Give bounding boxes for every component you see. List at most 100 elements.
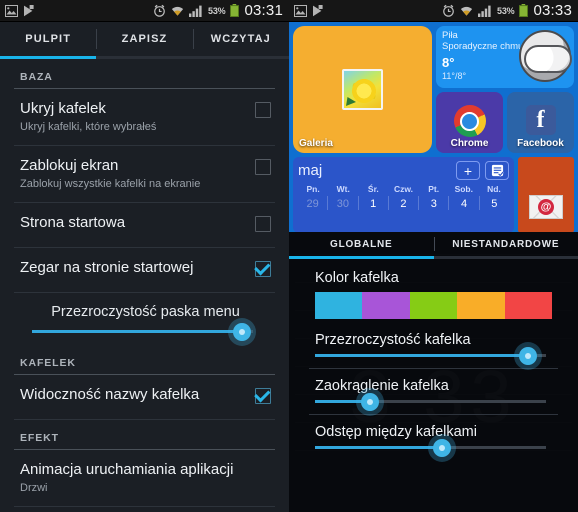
calendar-dow: Wt. (336, 184, 350, 194)
tile-settings-overlay: GLOBALNE NIESTANDARDOWE Kolor kafelka Pr… (289, 232, 578, 512)
dual-screenshot: 53% 03:31 PULPIT ZAPISZ WCZYTAJ BAZA Ukr… (0, 0, 578, 512)
calendar-dow: Nd. (487, 184, 501, 194)
overlay-tab-bar: GLOBALNE NIESTANDARDOWE (289, 232, 578, 256)
row-subtitle: Drzwi (20, 482, 48, 494)
calendar-header: maj + (298, 161, 509, 180)
tile-calendar[interactable]: maj + Pn. Wt. Śr. Czw. Pt. Sob. Nd. 29 3… (293, 157, 514, 233)
checkbox-zablokuj-ekran[interactable] (255, 159, 271, 175)
slider-track[interactable] (315, 438, 546, 457)
row-text-group: Animacja uruchamiania aplikacji Drzwi (20, 461, 271, 495)
status-notification-icons (294, 4, 323, 17)
checkbox-strona-startowa[interactable] (255, 216, 271, 232)
image-icon (5, 4, 18, 17)
row-text-group: Ukryj kafelek Ukryj kafelki, które wybra… (20, 100, 255, 134)
cloudy-night-icon (519, 30, 572, 82)
section-header-kafelek: KAFELEK (20, 357, 76, 369)
checkbox-widocznosc-nazwy-kafelka[interactable] (255, 388, 271, 404)
calendar-month-label: maj (298, 162, 323, 179)
tile-weather[interactable]: Piła Sporadyczne chmury 8° 11°/8° (436, 26, 574, 88)
tab-pulpit[interactable]: PULPIT (0, 22, 96, 56)
row-title: Widoczność nazwy kafelka (20, 386, 200, 403)
tile-email[interactable]: @ (518, 157, 574, 233)
slider-knob[interactable] (518, 346, 537, 365)
calendar-day[interactable]: 30 (327, 196, 357, 210)
tab-niestandardowe[interactable]: NIESTANDARDOWE (433, 232, 578, 256)
row-title: Ukryj kafelek (20, 100, 106, 117)
row-text-group: Zablokuj ekran Zablokuj wszystkie kafelk… (20, 157, 255, 191)
tab-wczytaj[interactable]: WCZYTAJ (192, 22, 289, 56)
color-swatch-green[interactable] (409, 292, 458, 319)
color-swatch-red[interactable] (504, 292, 553, 319)
row-title: Zablokuj ekran (20, 157, 119, 174)
slider-track[interactable] (32, 322, 253, 341)
agenda-icon[interactable] (485, 161, 509, 180)
tile-facebook[interactable]: f Facebook (507, 92, 574, 153)
battery-icon (230, 4, 240, 17)
checkbox-ukryj-kafelek[interactable] (255, 102, 271, 118)
clock-label: 03:33 (533, 2, 572, 19)
status-system-icons: 53% 03:33 (442, 2, 574, 19)
alarm-icon (443, 4, 454, 17)
tab-globalne[interactable]: GLOBALNE (289, 232, 434, 256)
slider-knob[interactable] (433, 438, 452, 457)
tile-row-second: maj + Pn. Wt. Śr. Czw. Pt. Sob. Nd. 29 3… (293, 157, 574, 233)
calendar-day[interactable]: 4 (448, 196, 478, 210)
overlay-content: Kolor kafelka Przezroczystość kafelka Za… (289, 259, 578, 512)
setting-row-zegar-na-stronie-startowej[interactable]: Zegar na stronie startowej (0, 248, 289, 292)
wifi-icon (460, 6, 473, 16)
status-system-icons: 53% 03:31 (153, 2, 285, 19)
setting-row-widocznosc-nazwy-kafelka[interactable]: Widoczność nazwy kafelka (0, 375, 289, 419)
color-swatch-row[interactable] (315, 292, 553, 319)
clock-label: 03:31 (244, 2, 283, 19)
checkbox-zegar-na-stronie-startowej[interactable] (255, 261, 271, 277)
slider-zaokraglenie-kafelka[interactable] (289, 392, 578, 411)
calendar-day-row: 29 30 1 2 3 4 5 (298, 196, 509, 210)
row-title: Animacja uruchamiania aplikacji (20, 461, 234, 478)
calendar-day[interactable]: 1 (357, 196, 388, 210)
tile-gallery-label: Galeria (299, 138, 333, 149)
tile-column-right: Piła Sporadyczne chmury 8° 11°/8° Chrome… (436, 26, 574, 153)
slider-odstep-miedzy-kafelkami[interactable] (289, 438, 578, 457)
right-status-bar: 53% 03:33 (289, 0, 578, 22)
row-title: Zegar na stronie startowej (20, 259, 194, 276)
setting-row-ukryj-kafelek[interactable]: Ukryj kafelek Ukryj kafelki, które wybra… (0, 89, 289, 145)
row-subtitle: Ukryj kafelki, które wybrałeś (20, 121, 157, 133)
chrome-icon (453, 105, 486, 137)
calendar-dow: Czw. (393, 184, 414, 194)
row-text-group: Zegar na stronie startowej (20, 259, 255, 277)
calendar-day[interactable]: 3 (418, 196, 448, 210)
email-icon: @ (529, 195, 563, 219)
slider-track[interactable] (315, 392, 546, 411)
alarm-icon (154, 4, 165, 17)
slider-fill (32, 330, 242, 333)
calendar-dow: Pt. (428, 184, 440, 194)
settings-list[interactable]: BAZA Ukryj kafelek Ukryj kafelki, które … (0, 59, 289, 512)
slider-label-zaokraglenie-kafelka: Zaokrąglenie kafelka (315, 378, 449, 394)
photo-icon (342, 69, 383, 110)
tile-gallery[interactable]: Galeria (293, 26, 432, 153)
color-swatch-orange[interactable] (457, 292, 505, 319)
setting-row-strona-startowa[interactable]: Strona startowa (0, 203, 289, 247)
tile-chrome[interactable]: Chrome (436, 92, 503, 153)
tab-zapisz[interactable]: ZAPISZ (96, 22, 192, 56)
slider-track[interactable] (315, 346, 546, 365)
signal-icon (478, 5, 491, 17)
setting-row-animacja-uruchamiania-aplikacji[interactable]: Animacja uruchamiania aplikacji Drzwi (0, 450, 289, 506)
right-screen-launcher: 53% 03:33 Galeria Piła Sporadyczne chmur… (289, 0, 578, 512)
calendar-day[interactable]: 5 (478, 196, 509, 210)
row-divider (14, 506, 275, 507)
calendar-day[interactable]: 29 (298, 196, 327, 210)
color-swatch-cyan[interactable] (315, 292, 363, 319)
slider-przezroczystosc-kafelka[interactable] (289, 346, 578, 365)
calendar-add-button[interactable]: + (456, 161, 480, 180)
playstore-icon (24, 4, 34, 16)
color-swatch-purple[interactable] (362, 292, 410, 319)
slider-knob[interactable] (361, 392, 380, 411)
setting-slider-przezroczystosc-paska-menu[interactable]: Przezroczystość paska menu (0, 293, 289, 345)
setting-row-zablokuj-ekran[interactable]: Zablokuj ekran Zablokuj wszystkie kafelk… (0, 146, 289, 202)
battery-icon (519, 4, 529, 17)
slider-knob[interactable] (232, 322, 251, 341)
wifi-icon (171, 6, 184, 16)
calendar-buttons: + (456, 161, 509, 180)
calendar-day[interactable]: 2 (387, 196, 418, 210)
